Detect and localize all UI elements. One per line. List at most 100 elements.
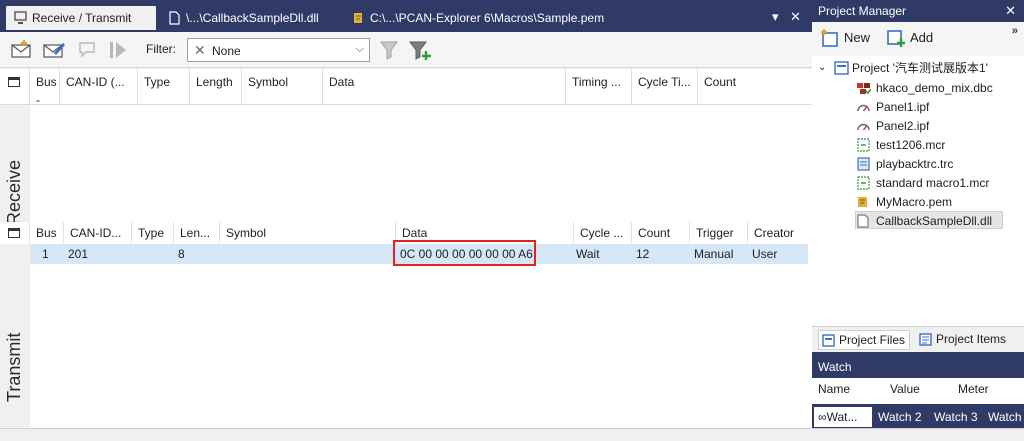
column-timing[interactable]: Timing ...: [566, 69, 632, 104]
tab-watch-4[interactable]: Watch: [988, 407, 1022, 427]
item-label: standard macro1.mcr: [876, 176, 990, 190]
tab-label: Wat...: [826, 410, 858, 424]
project-manager-title: Project Manager: [818, 4, 907, 18]
project-manager-tabs: Project Files Project Items: [812, 326, 1024, 352]
column-label: Symbol: [248, 75, 289, 89]
column-label: Count: [638, 226, 671, 240]
tab-list-dropdown-icon[interactable]: ▾: [772, 9, 779, 25]
column-symbol[interactable]: Symbol: [220, 222, 396, 244]
column-symbol[interactable]: Symbol: [242, 69, 323, 104]
project-label: Project '汽车测试展版本1': [852, 61, 988, 75]
project-items-icon: [919, 333, 932, 346]
watch-column-name[interactable]: Name: [818, 382, 850, 396]
column-bus[interactable]: Bus: [30, 222, 64, 244]
tab-label: Watch 2: [878, 410, 922, 424]
expand-chevron-icon[interactable]: ⌄: [818, 59, 826, 77]
select-all-column[interactable]: [0, 69, 30, 104]
new-label: New: [844, 30, 871, 45]
tab-sample-pem[interactable]: C:\...\PCAN-Explorer 6\Macros\Sample.pem: [344, 6, 612, 30]
document-tab-bar: Receive / Transmit \...\CallbackSampleDl…: [0, 0, 812, 32]
column-label: Type: [144, 75, 171, 89]
column-bus[interactable]: Bus -: [30, 69, 60, 104]
add-button[interactable]: Add: [886, 30, 934, 47]
column-label: Creator: [754, 226, 795, 240]
tab-project-items[interactable]: Project Items: [916, 330, 1010, 350]
tree-item-standard-macro1[interactable]: standard macro1.mcr: [856, 174, 989, 192]
watch-title-bar: Watch: [812, 356, 1024, 378]
close-icon[interactable]: ✕: [1005, 3, 1016, 19]
cell-length: 8: [178, 247, 185, 261]
tree-item-playbacktrc[interactable]: playbacktrc.trc: [856, 155, 953, 173]
filter-off-icon[interactable]: [378, 39, 402, 61]
column-can-id[interactable]: CAN-ID...: [64, 222, 132, 244]
column-cycle-time[interactable]: Cycle Ti...: [632, 69, 698, 104]
column-type[interactable]: Type: [138, 69, 190, 104]
column-label: Symbol: [226, 226, 267, 240]
item-label: CallbackSampleDll.dll: [876, 214, 993, 228]
tab-label: \...\CallbackSampleDll.dll: [186, 11, 319, 25]
macro-icon: [354, 13, 362, 23]
tab-watch-1[interactable]: ∞Wat...: [814, 407, 872, 427]
new-button[interactable]: New: [820, 29, 871, 47]
column-label: Bus: [36, 75, 57, 89]
column-length[interactable]: Length: [190, 69, 242, 104]
monitor-icon: [14, 11, 27, 24]
tab-project-files[interactable]: Project Files: [818, 330, 911, 350]
project-icon: [834, 61, 849, 75]
cell-can-id: 201: [68, 247, 89, 261]
add-filter-icon[interactable]: [408, 39, 432, 61]
column-label: Bus: [36, 226, 57, 240]
project-node[interactable]: ⌄ Project '汽车测试展版本1': [818, 59, 988, 77]
column-label: Type: [138, 226, 165, 240]
select-all-column[interactable]: [0, 222, 30, 244]
filter-select[interactable]: ✕ None ⌵: [187, 38, 370, 62]
item-label: playbacktrc.trc: [876, 157, 954, 171]
item-label: Panel2.ipf: [876, 119, 930, 133]
tree-item-dbc[interactable]: hkaco_demo_mix.dbc: [856, 79, 993, 97]
column-label: Timing ...: [572, 75, 621, 89]
column-trigger[interactable]: Trigger: [690, 222, 748, 244]
column-label: CAN-ID...: [70, 226, 122, 240]
watch-tabs: ∞Wat... Watch 2 Watch 3 Watch: [812, 404, 1024, 428]
tree-item-mymacro[interactable]: MyMacro.pem: [856, 193, 952, 211]
project-toolbar: New Add »: [812, 22, 1024, 56]
data-highlight-box: [393, 240, 536, 266]
tab-callback-dll[interactable]: \...\CallbackSampleDll.dll: [160, 6, 327, 30]
receive-label: Receive: [4, 159, 24, 225]
edit-message-icon[interactable]: [42, 39, 66, 61]
delete-message-icon[interactable]: [76, 39, 100, 61]
chevron-down-icon: ⌵: [355, 43, 364, 55]
tree-item-callback-dll[interactable]: CallbackSampleDll.dll: [855, 211, 1003, 229]
filter-value: None: [212, 44, 241, 58]
overflow-chevron-icon[interactable]: »: [1012, 25, 1018, 37]
column-can-id[interactable]: CAN-ID (...: [60, 69, 138, 104]
new-project-icon: [821, 29, 838, 47]
tab-label: Watch 3: [934, 410, 978, 424]
column-count[interactable]: Count: [698, 69, 812, 104]
watch-column-meter[interactable]: Meter: [958, 382, 989, 396]
close-tab-icon[interactable]: ✕: [790, 9, 801, 25]
add-label: Add: [910, 30, 934, 45]
tab-receive-transmit[interactable]: Receive / Transmit: [6, 6, 156, 30]
project-files-icon: [822, 334, 835, 347]
macro-file-icon: [857, 138, 870, 152]
tree-item-panel2[interactable]: Panel2.ipf: [856, 117, 929, 135]
tab-watch-3[interactable]: Watch 3: [934, 407, 978, 427]
tree-item-panel1[interactable]: Panel1.ipf: [856, 98, 929, 116]
macro-file-icon: [857, 176, 870, 190]
bus-sub: -: [36, 93, 40, 104]
column-count[interactable]: Count: [632, 222, 690, 244]
new-message-icon[interactable]: [10, 39, 34, 61]
receive-header: Bus - CAN-ID (... Type Length Symbol Data…: [0, 69, 812, 105]
column-creator[interactable]: Creator: [748, 222, 812, 244]
tab-label: Project Files: [839, 333, 906, 347]
tree-item-test1206[interactable]: test1206.mcr: [856, 136, 945, 154]
send-icon[interactable]: [106, 39, 130, 61]
watch-column-value[interactable]: Value: [890, 382, 920, 396]
column-data[interactable]: Data: [323, 69, 566, 104]
gauge-icon: [857, 123, 870, 131]
tab-watch-2[interactable]: Watch 2: [878, 407, 922, 427]
column-length[interactable]: Len...: [174, 222, 220, 244]
column-type[interactable]: Type: [132, 222, 174, 244]
column-cycle[interactable]: Cycle ...: [574, 222, 632, 244]
